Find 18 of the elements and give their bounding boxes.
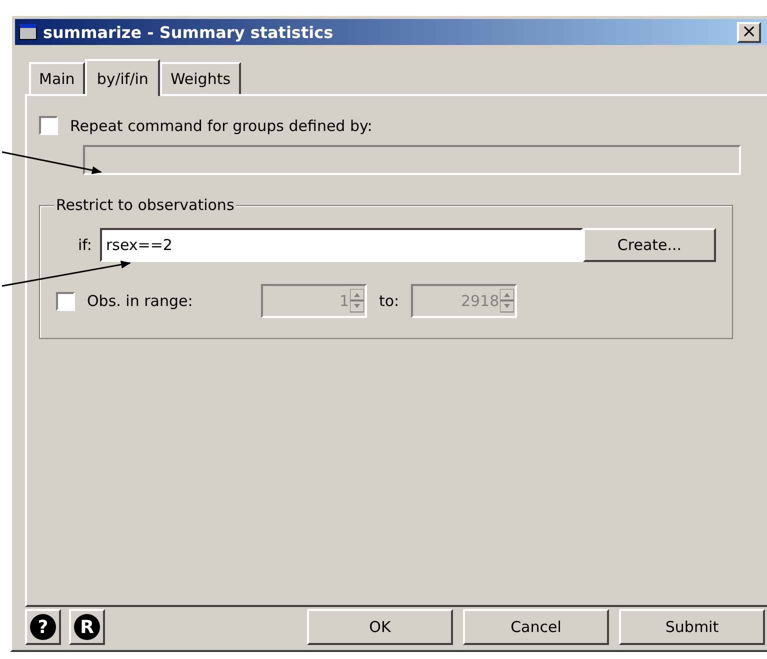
- create-button[interactable]: Create...: [582, 228, 716, 262]
- dialog-button[interactable]: Cancel: [463, 609, 609, 645]
- if-expression-field[interactable]: rsex==2: [100, 228, 583, 262]
- field-label: if:: [78, 236, 92, 254]
- help-button[interactable]: ?: [25, 609, 61, 645]
- checkbox-label: Repeat command for groups defined by:: [70, 116, 372, 134]
- reset-button[interactable]: R: [69, 609, 105, 645]
- dialog-button[interactable]: Submit: [619, 609, 765, 645]
- close-button[interactable]: ×: [737, 22, 761, 42]
- checkbox-label: Obs. in range:: [87, 292, 194, 310]
- dialog-button[interactable]: OK: [307, 609, 453, 645]
- tab[interactable]: Weights: [160, 62, 241, 94]
- checkbox[interactable]: [56, 292, 75, 310]
- tab[interactable]: Main: [29, 62, 85, 94]
- field-label: to:: [379, 292, 400, 310]
- tab[interactable]: by/if/in: [84, 59, 160, 96]
- window-icon: [19, 24, 37, 40]
- window-title: summarize - Summary statistics: [43, 22, 334, 42]
